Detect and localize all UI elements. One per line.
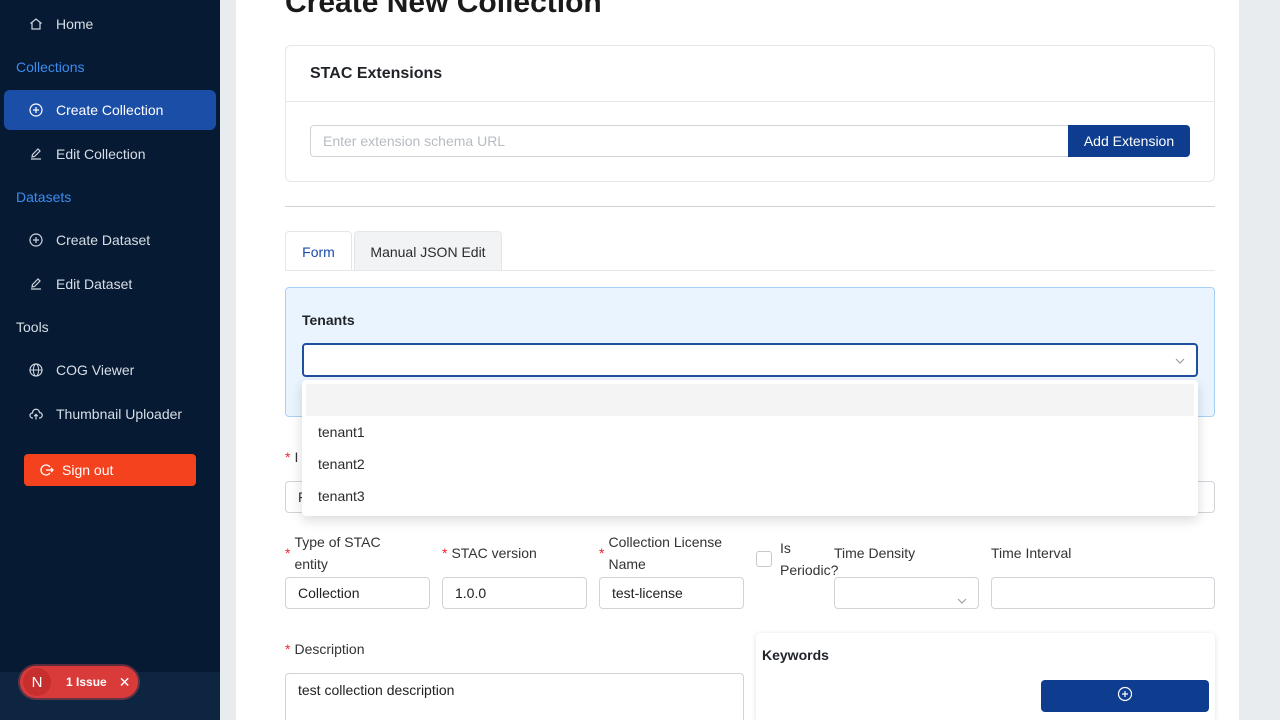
description-textarea[interactable]: test collection description (285, 673, 744, 720)
sidebar-item-thumbnail-uploader[interactable]: Thumbnail Uploader (4, 394, 216, 434)
home-icon (28, 16, 44, 32)
sidebar-item-create-collection[interactable]: Create Collection (4, 90, 216, 130)
sidebar-item-label: Thumbnail Uploader (56, 406, 183, 422)
type-input[interactable]: Collection (285, 577, 430, 609)
stac-version-label-text: STAC version (451, 545, 537, 561)
chevron-down-icon (1174, 354, 1186, 372)
edit-icon (28, 276, 44, 292)
required-marker: * (285, 449, 291, 465)
issue-badge-avatar: N (23, 668, 51, 696)
type-label: * Type of STAC entity (285, 531, 425, 575)
is-periodic-label: Is Periodic? (780, 540, 839, 578)
tab-form[interactable]: Form (285, 231, 352, 271)
issue-badge[interactable]: N 1 Issue ✕ (20, 666, 138, 698)
plus-circle-icon (28, 232, 44, 248)
id-label: * I (285, 449, 298, 465)
tab-divider (285, 270, 1215, 271)
plus-circle-icon (28, 102, 44, 118)
sidebar-item-edit-collection[interactable]: Edit Collection (4, 134, 216, 174)
keywords-title: Keywords (762, 647, 829, 663)
time-interval-label: Time Interval (991, 545, 1072, 561)
time-density-select[interactable] (834, 577, 979, 609)
close-icon[interactable]: ✕ (119, 674, 131, 691)
sign-out-label: Sign out (62, 462, 114, 478)
add-extension-button[interactable]: Add Extension (1068, 125, 1190, 157)
sidebar-section-collections: Collections (16, 59, 85, 75)
sidebar-item-label: Edit Dataset (56, 276, 133, 292)
edit-icon (28, 146, 44, 162)
plus-circle-icon (1117, 686, 1133, 707)
globe-icon (28, 362, 44, 378)
dropdown-option[interactable]: tenant2 (306, 448, 1194, 480)
sign-out-button[interactable]: Sign out (24, 454, 196, 486)
required-marker: * (285, 545, 291, 561)
sidebar-item-create-dataset[interactable]: Create Dataset (4, 220, 216, 260)
sidebar-section-tools: Tools (16, 319, 49, 335)
required-marker: * (285, 641, 291, 657)
description-label: * Description (285, 638, 364, 660)
sidebar-item-label: Edit Collection (56, 146, 146, 162)
stac-version-input[interactable]: 1.0.0 (442, 577, 587, 609)
sidebar-section-datasets: Datasets (16, 189, 72, 205)
type-label-text: Type of STAC entity (294, 534, 381, 572)
sidebar-item-cog-viewer[interactable]: COG Viewer (4, 350, 216, 390)
logout-icon (40, 463, 54, 477)
stac-extensions-title: STAC Extensions (310, 65, 443, 82)
license-input[interactable]: test-license (599, 577, 744, 609)
required-marker: * (442, 545, 448, 561)
issue-badge-label: 1 Issue (66, 675, 107, 689)
description-label-text: Description (294, 641, 365, 657)
dropdown-option[interactable]: tenant1 (306, 416, 1194, 448)
license-label-text: Collection License Name (608, 534, 723, 572)
time-density-label: Time Density (834, 545, 916, 561)
sidebar: Home Collections Create Collection Edit … (0, 0, 220, 720)
tenants-dropdown-menu: tenant1 tenant2 tenant3 (302, 380, 1198, 516)
add-keyword-button[interactable] (1041, 680, 1209, 712)
is-periodic-checkbox[interactable] (756, 551, 772, 567)
card-divider (286, 101, 1214, 102)
time-interval-input[interactable] (991, 577, 1215, 609)
page-title: Create New Collection (285, 0, 602, 19)
dropdown-option[interactable]: tenant3 (306, 480, 1194, 512)
section-divider (285, 206, 1215, 207)
tenants-select[interactable] (302, 343, 1198, 377)
tenants-label: Tenants (302, 312, 355, 328)
tab-manual-json-edit[interactable]: Manual JSON Edit (354, 231, 502, 271)
sidebar-item-label: Create Collection (56, 102, 164, 118)
sidebar-item-home[interactable]: Home (4, 4, 216, 44)
cloud-upload-icon (28, 406, 44, 422)
chevron-down-icon (956, 587, 968, 617)
sidebar-item-label: Create Dataset (56, 232, 151, 248)
sidebar-item-label: COG Viewer (56, 362, 135, 378)
license-label: * Collection License Name (599, 531, 739, 575)
dropdown-option[interactable] (306, 384, 1194, 416)
stac-version-label: * STAC version (442, 542, 537, 564)
id-label-text: I (294, 449, 299, 465)
sidebar-item-edit-dataset[interactable]: Edit Dataset (4, 264, 216, 304)
required-marker: * (599, 545, 605, 561)
sidebar-item-label: Home (56, 16, 94, 32)
extension-url-input[interactable] (310, 125, 1069, 157)
